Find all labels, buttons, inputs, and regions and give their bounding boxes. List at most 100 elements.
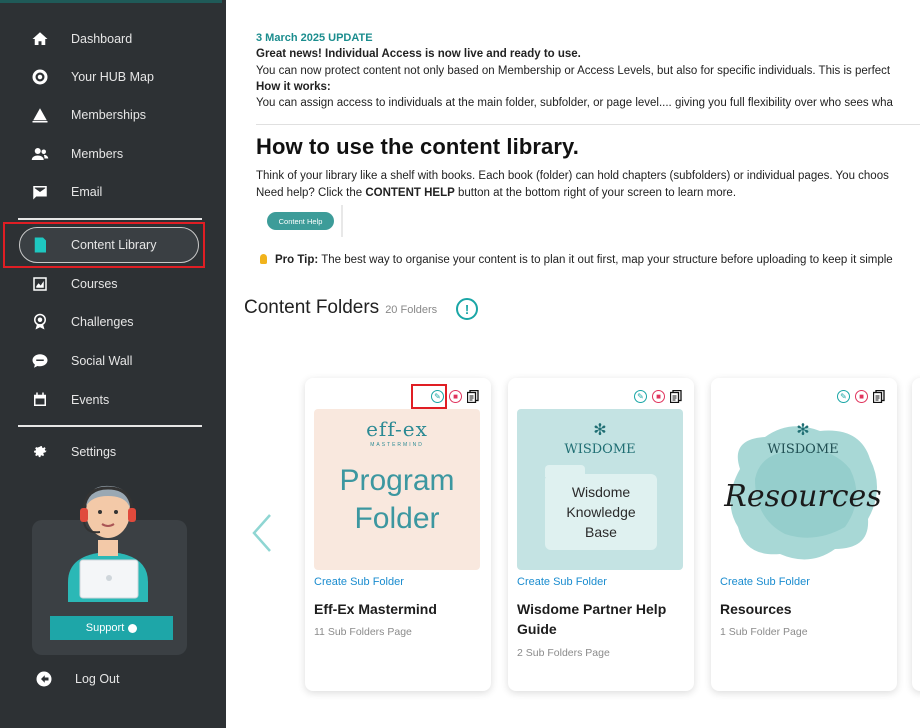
page-title: How to use the content library. xyxy=(256,134,579,159)
folder-title[interactable]: Wisdome Partner Help Guide xyxy=(517,599,687,639)
thumbnail-brand: WISDOME xyxy=(767,442,839,457)
chat-bubble-icon xyxy=(128,623,138,633)
folder-card[interactable]: ✎ ■ ✻ WISDOME Resources Create Sub Folde… xyxy=(711,378,897,691)
highlight-box-edit-icon xyxy=(411,384,447,409)
folder-card[interactable]: ✎ ■ ✻ WISDOME Wisdome Knowledge Base Cre… xyxy=(508,378,694,691)
logout-label: Log Out xyxy=(75,672,120,686)
sidebar-item-label: Your HUB Map xyxy=(71,70,154,84)
delete-icon[interactable]: ■ xyxy=(855,390,868,403)
card-tools: ✎ ■ xyxy=(837,390,885,403)
thumbnail-brand: WISDOME xyxy=(564,442,636,457)
content-folders-header: Content Folders 20 Folders xyxy=(244,297,437,319)
social-wall-icon xyxy=(30,351,50,371)
courses-icon xyxy=(30,274,50,294)
logout-icon xyxy=(34,669,54,689)
sidebar-item-dashboard[interactable]: Dashboard xyxy=(30,27,132,51)
content-help-button[interactable]: Content Help xyxy=(267,212,334,230)
content-folders-title: Content Folders xyxy=(244,297,380,318)
main-content: 3 March 2025 UPDATE Great news! Individu… xyxy=(226,0,920,728)
sidebar-item-members[interactable]: Members xyxy=(30,142,123,166)
update-date: 3 March 2025 UPDATE xyxy=(256,32,373,44)
update-body-1: You can now protect content not only bas… xyxy=(256,65,891,77)
copy-icon[interactable] xyxy=(873,390,885,403)
folder-card[interactable]: ✎ ■ eff-ex MASTERMIND Program Folder Cre… xyxy=(305,378,491,691)
delete-icon[interactable]: ■ xyxy=(652,390,665,403)
section-divider xyxy=(256,124,920,125)
sidebar-item-label: Members xyxy=(71,147,124,161)
sidebar-item-settings[interactable]: Settings xyxy=(30,440,116,464)
folder-thumbnail[interactable]: ✻ WISDOME Resources xyxy=(720,409,886,570)
folder-thumbnail[interactable]: eff-ex MASTERMIND Program Folder xyxy=(314,409,480,570)
create-sub-folder-link[interactable]: Create Sub Folder xyxy=(314,576,404,588)
sidebar-item-label: Social Wall xyxy=(71,354,133,368)
pro-tip-text: The best way to organise your content is… xyxy=(318,254,893,266)
sidebar-item-label: Challenges xyxy=(71,315,134,329)
folder-title[interactable]: Resources xyxy=(720,599,890,619)
thumbnail-line-1: Wisdome xyxy=(571,484,631,500)
highlight-box-content-library xyxy=(3,222,205,268)
update-body-2: You can assign access to individuals at … xyxy=(256,97,893,109)
support-button-label: Support xyxy=(85,622,125,634)
howto-line-1: Think of your library like a shelf with … xyxy=(256,170,889,182)
delete-icon[interactable]: ■ xyxy=(449,390,462,403)
events-icon xyxy=(30,390,50,410)
members-icon xyxy=(30,144,50,164)
sidebar-item-memberships[interactable]: Memberships xyxy=(30,103,146,127)
howto-line-2-suffix: button at the bottom right of your scree… xyxy=(454,187,737,199)
memberships-icon xyxy=(30,105,50,125)
logout-button[interactable]: Log Out xyxy=(34,667,119,691)
thumbnail-brand-sub: MASTERMIND xyxy=(370,442,424,448)
home-icon xyxy=(30,29,50,49)
edit-icon[interactable]: ✎ xyxy=(837,390,850,403)
app-window: Dashboard Your HUB Map Memberships Membe… xyxy=(0,0,920,728)
carousel-prev-arrow[interactable] xyxy=(250,513,274,553)
howto-line-2: Need help? Click the CONTENT HELP button… xyxy=(256,187,736,199)
sidebar: Dashboard Your HUB Map Memberships Membe… xyxy=(0,0,226,728)
thumbnail-line-3: Base xyxy=(585,524,617,540)
sidebar-item-label: Courses xyxy=(71,277,118,291)
email-icon xyxy=(30,182,50,202)
folder-title[interactable]: Eff-Ex Mastermind xyxy=(314,599,484,619)
sidebar-divider xyxy=(18,218,202,220)
copy-icon[interactable] xyxy=(467,390,479,403)
create-sub-folder-link[interactable]: Create Sub Folder xyxy=(517,576,607,588)
sidebar-item-social-wall[interactable]: Social Wall xyxy=(30,349,132,373)
thumbnail-line-2: Folder xyxy=(354,502,440,535)
folder-thumbnail[interactable]: ✻ WISDOME Wisdome Knowledge Base xyxy=(517,409,683,570)
create-sub-folder-link[interactable]: Create Sub Folder xyxy=(720,576,810,588)
sidebar-item-challenges[interactable]: Challenges xyxy=(30,310,134,334)
update-headline: Great news! Individual Access is now liv… xyxy=(256,48,581,60)
sidebar-item-hub-map[interactable]: Your HUB Map xyxy=(30,65,154,89)
hub-map-icon xyxy=(30,67,50,87)
sidebar-top-accent xyxy=(0,0,222,3)
info-icon[interactable]: ! xyxy=(456,298,478,320)
howto-line-2-prefix: Need help? Click the xyxy=(256,187,366,199)
sidebar-item-label: Memberships xyxy=(71,108,147,122)
sidebar-item-label: Dashboard xyxy=(71,32,133,46)
sidebar-item-label: Events xyxy=(71,393,110,407)
folder-card-partial[interactable] xyxy=(912,378,920,691)
thumbnail-line-1: Resources xyxy=(724,479,882,514)
settings-icon xyxy=(30,442,50,462)
thumbnail-line-1: Program xyxy=(339,464,455,497)
copy-icon[interactable] xyxy=(670,390,682,403)
card-tools: ✎ ■ xyxy=(634,390,682,403)
wisdome-logo-icon: ✻ xyxy=(796,422,810,439)
folder-meta: 11 Sub Folders Page xyxy=(314,626,412,638)
challenges-icon xyxy=(30,312,50,332)
howto-line-2-bold: CONTENT HELP xyxy=(365,187,455,199)
support-agent-illustration xyxy=(68,485,148,602)
sidebar-item-events[interactable]: Events xyxy=(30,388,109,412)
edit-icon[interactable]: ✎ xyxy=(634,390,647,403)
thumbnail-brand: eff-ex xyxy=(366,417,428,441)
pro-tip-label: Pro Tip: xyxy=(275,254,319,266)
wisdome-logo-icon: ✻ xyxy=(593,422,607,439)
folders-count: 20 Folders xyxy=(385,304,438,316)
pro-tip: Pro Tip: The best way to organise your c… xyxy=(260,254,893,266)
sidebar-divider xyxy=(18,425,202,427)
support-button[interactable]: Support xyxy=(50,616,173,640)
sidebar-item-label: Email xyxy=(71,185,103,199)
sidebar-item-courses[interactable]: Courses xyxy=(30,272,118,296)
thumbnail-line-2: Knowledge xyxy=(566,504,636,520)
sidebar-item-email[interactable]: Email xyxy=(30,180,102,204)
